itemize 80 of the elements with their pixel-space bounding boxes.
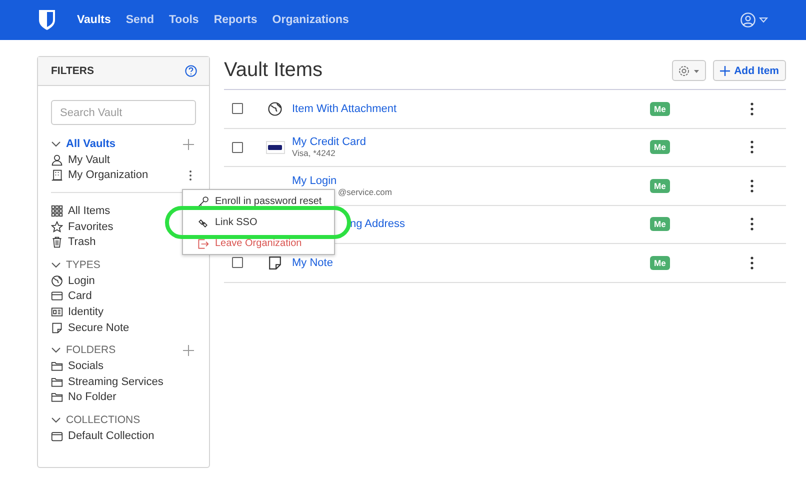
filter-item[interactable]: Trash xyxy=(68,236,96,248)
search-field[interactable]: Search Vault xyxy=(51,100,196,125)
nav-link[interactable]: Reports xyxy=(214,14,258,26)
owner-badge: Me xyxy=(650,256,670,270)
menu-item[interactable]: Link SSO xyxy=(183,212,334,233)
options-icon[interactable] xyxy=(750,217,754,232)
star-icon xyxy=(51,220,63,233)
folder-icon xyxy=(51,360,63,372)
card-brand-icon xyxy=(266,140,284,154)
row-checkbox[interactable] xyxy=(232,257,243,268)
menu-item[interactable]: Leave Organization xyxy=(183,233,334,254)
building-icon xyxy=(51,169,63,182)
item-name-link[interactable]: My Credit Card xyxy=(292,136,366,148)
owner-badge: Me xyxy=(650,178,670,193)
owner-badge: Me xyxy=(650,217,670,232)
folder-icon xyxy=(51,376,63,388)
row-checkbox[interactable] xyxy=(232,142,243,153)
note-icon xyxy=(268,256,282,270)
filter-item[interactable]: Socials xyxy=(68,360,104,372)
item-name-link[interactable]: Item With Attachment xyxy=(292,102,397,115)
nav-link[interactable]: Vaults xyxy=(77,14,111,26)
add-item-button[interactable]: Add Item xyxy=(713,60,786,81)
key-icon xyxy=(197,196,209,208)
options-icon[interactable] xyxy=(189,170,192,181)
collection-icon xyxy=(51,430,63,442)
trash-icon xyxy=(51,236,63,248)
nav-link[interactable]: Tools xyxy=(169,14,199,26)
filter-item[interactable]: Streaming Services xyxy=(68,376,164,388)
item-subtitle: Visa, *4242 xyxy=(292,148,336,158)
options-icon[interactable] xyxy=(750,102,754,116)
grid-icon xyxy=(51,204,63,217)
chevron-icon[interactable] xyxy=(51,141,61,147)
plus-icon xyxy=(720,66,730,76)
filter-item[interactable]: No Folder xyxy=(68,391,116,404)
id-card-icon xyxy=(51,306,63,318)
item-subtitle: @service.com xyxy=(337,186,392,197)
person-icon xyxy=(51,154,63,166)
chevron-icon[interactable] xyxy=(51,262,61,268)
filter-item[interactable]: Favorites xyxy=(68,220,114,233)
filter-item[interactable]: Card xyxy=(68,290,92,302)
globe-icon xyxy=(51,274,63,287)
link-icon xyxy=(197,216,209,228)
add-icon[interactable] xyxy=(183,138,194,150)
folder-icon xyxy=(51,391,63,404)
chevron-icon[interactable] xyxy=(51,347,61,354)
owner-badge: Me xyxy=(650,140,670,154)
filters-title: FILTERS xyxy=(51,65,94,77)
page-title: Vault Items xyxy=(224,59,323,82)
filter-item[interactable]: All Items xyxy=(68,204,110,217)
help-icon[interactable] xyxy=(185,65,197,77)
owner-badge: Me xyxy=(650,102,670,116)
group-heading[interactable]: TYPES xyxy=(66,258,100,271)
options-icon[interactable] xyxy=(750,140,754,154)
filter-item[interactable]: Secure Note xyxy=(68,322,130,334)
shield-logo-icon[interactable] xyxy=(38,9,56,31)
item-name-link[interactable]: My Note xyxy=(292,256,333,269)
menu-item[interactable]: Enroll in password reset xyxy=(183,191,334,212)
gear-icon xyxy=(678,64,700,76)
all-vaults-link[interactable]: All Vaults xyxy=(66,138,116,150)
group-heading[interactable]: COLLECTIONS xyxy=(66,414,140,426)
item-name-link[interactable]: My Login xyxy=(292,174,337,187)
filter-item[interactable]: Login xyxy=(68,274,95,287)
options-icon[interactable] xyxy=(750,256,754,270)
filter-item[interactable]: My Organization xyxy=(68,169,148,182)
add-icon[interactable] xyxy=(183,344,194,356)
globe-icon xyxy=(268,102,282,116)
account-icon[interactable] xyxy=(740,12,770,28)
note-icon xyxy=(51,322,63,334)
card-icon xyxy=(51,290,63,302)
options-icon[interactable] xyxy=(750,178,754,193)
row-checkbox[interactable] xyxy=(232,103,243,114)
filter-item[interactable]: My Vault xyxy=(68,154,110,166)
filter-item[interactable]: Identity xyxy=(68,306,104,318)
chevron-icon[interactable] xyxy=(51,417,61,424)
group-heading[interactable]: FOLDERS xyxy=(66,344,116,356)
nav-link[interactable]: Send xyxy=(126,14,154,26)
exit-icon xyxy=(197,238,209,250)
filter-item[interactable]: Default Collection xyxy=(68,430,154,442)
settings-button[interactable] xyxy=(672,60,706,81)
nav-link[interactable]: Organizations xyxy=(272,14,349,26)
